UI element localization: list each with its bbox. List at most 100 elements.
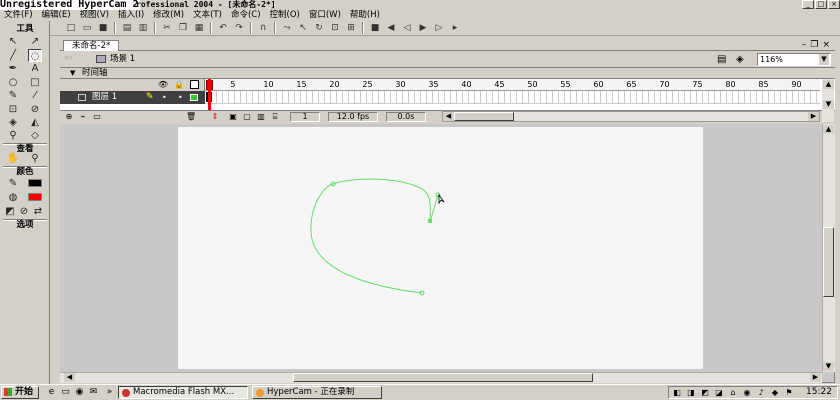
align-icon[interactable]: ⊞: [346, 23, 356, 33]
text-tool-icon[interactable]: A: [28, 62, 42, 75]
tray-icon-9[interactable]: ⚑: [784, 388, 794, 398]
doc-minimize-icon[interactable]: –: [802, 40, 807, 50]
ink-bottle-tool-icon[interactable]: ◈: [6, 116, 20, 129]
stage-drawing[interactable]: [178, 127, 703, 369]
stage[interactable]: [178, 127, 703, 369]
curve-handle-line[interactable]: [429, 194, 439, 223]
tray-icon-2[interactable]: ◨: [686, 388, 696, 398]
ie-icon[interactable]: e: [46, 387, 57, 398]
tray-icon-7[interactable]: ♪: [756, 388, 766, 398]
layer-name[interactable]: 图层 1: [92, 92, 117, 103]
tray-icon-3[interactable]: ◩: [700, 388, 710, 398]
insert-layer-icon[interactable]: ⊕: [64, 112, 74, 121]
step-forward-icon[interactable]: ▷: [434, 23, 444, 33]
tray-icon-1[interactable]: ◧: [672, 388, 682, 398]
snap-magnet-icon[interactable]: ∩: [258, 23, 268, 33]
delete-layer-icon[interactable]: 🗑: [186, 112, 196, 121]
step-back-icon[interactable]: ◁: [402, 23, 412, 33]
menu-edit[interactable]: 编辑(E): [42, 10, 71, 21]
tray-icon-8[interactable]: ◆: [770, 388, 780, 398]
brush-tool-icon[interactable]: ⁄: [28, 89, 42, 102]
visibility-dot[interactable]: •: [162, 93, 167, 102]
edit-scene-icon[interactable]: ▤: [717, 54, 729, 65]
frames-grid[interactable]: [205, 91, 820, 104]
outline-icon[interactable]: [190, 80, 199, 89]
minimize-button[interactable]: _: [802, 0, 814, 9]
doc-restore-icon[interactable]: ❐: [810, 40, 818, 50]
stop-icon[interactable]: ■: [370, 23, 380, 33]
print-icon[interactable]: ▤: [122, 23, 132, 33]
open-file-icon[interactable]: ▭: [82, 23, 92, 33]
zoom-select[interactable]: 116% ▼: [757, 53, 831, 66]
paint-bucket-tool-icon[interactable]: ◭: [28, 116, 42, 129]
menu-control[interactable]: 控制(O): [270, 10, 300, 21]
scroll-left-icon[interactable]: ◀: [64, 373, 75, 382]
doc-close-icon[interactable]: ×: [822, 40, 830, 50]
antivirus-icon[interactable]: ◉: [742, 388, 752, 398]
add-guide-layer-icon[interactable]: ⌁: [78, 112, 88, 121]
rewind-icon[interactable]: ◀: [386, 23, 396, 33]
save-icon[interactable]: ■: [98, 23, 108, 33]
menu-file[interactable]: 文件(F): [4, 10, 33, 21]
maximize-button[interactable]: □: [815, 0, 827, 9]
zoom-tool-icon[interactable]: ⚲: [28, 152, 42, 165]
cut-icon[interactable]: ✂: [162, 23, 172, 33]
show-hide-eye-icon[interactable]: 👁: [158, 80, 168, 89]
undo-icon[interactable]: ↶: [218, 23, 228, 33]
menu-commands[interactable]: 命令(C): [231, 10, 261, 21]
onion-skin-icon[interactable]: ▣: [228, 112, 238, 121]
fill-transform-tool-icon[interactable]: ⊘: [28, 103, 42, 116]
taskbar-button-flash[interactable]: Macromedia Flash MX...: [118, 386, 248, 399]
media-icon[interactable]: ◉: [74, 387, 85, 398]
scroll-up-icon[interactable]: ▲: [823, 125, 834, 134]
menu-window[interactable]: 窗口(W): [309, 10, 341, 21]
desktop-icon[interactable]: ▭: [60, 387, 71, 398]
eraser-tool-icon[interactable]: ◇: [28, 129, 42, 142]
stage-vertical-thumb[interactable]: [823, 227, 834, 297]
scroll-right-icon[interactable]: ▶: [810, 373, 821, 382]
no-color-icon[interactable]: ⊘: [18, 205, 30, 218]
collapse-triangle-icon[interactable]: ▼: [70, 69, 75, 77]
stroke-color-icon[interactable]: ✎: [6, 177, 20, 190]
pen-tool-icon[interactable]: ✒: [6, 62, 20, 75]
line-tool-icon[interactable]: ╱: [6, 49, 20, 62]
outline-color-box[interactable]: [190, 94, 198, 101]
hand-tool-icon[interactable]: ✋: [6, 152, 20, 165]
paste-icon[interactable]: ▦: [194, 23, 204, 33]
copy-icon[interactable]: ❐: [178, 23, 188, 33]
frame-rate[interactable]: 12.0 fps: [328, 112, 378, 122]
pencil-tool-icon[interactable]: ✎: [6, 89, 20, 102]
stroke-color-swatch[interactable]: [28, 179, 42, 187]
quick-launch-more-icon[interactable]: »: [104, 387, 115, 398]
bezier-curve[interactable]: [310, 178, 431, 294]
arrow-tool-icon[interactable]: ↖: [6, 35, 20, 48]
scroll-down-icon[interactable]: ▼: [823, 100, 834, 109]
play-icon[interactable]: ▶: [418, 23, 428, 33]
free-transform-tool-icon[interactable]: ⊡: [6, 103, 20, 116]
menu-insert[interactable]: 插入(I): [118, 10, 144, 21]
edit-multiple-frames-icon[interactable]: ▥: [256, 112, 266, 121]
onion-outline-icon[interactable]: ▢: [242, 112, 252, 121]
print-preview-icon[interactable]: ▥: [138, 23, 148, 33]
close-button[interactable]: ×: [828, 0, 840, 9]
stage-horizontal-thumb[interactable]: [293, 373, 593, 382]
fill-color-icon[interactable]: ◍: [6, 191, 20, 204]
menu-modify[interactable]: 修改(M): [153, 10, 184, 21]
scroll-right-icon[interactable]: ▶: [808, 112, 819, 121]
timeline-title[interactable]: 时间轴: [82, 68, 108, 78]
center-frame-icon[interactable]: ⇕: [210, 112, 220, 121]
insert-folder-icon[interactable]: ▭: [92, 112, 102, 121]
outlook-icon[interactable]: ✉: [88, 387, 99, 398]
black-white-icon[interactable]: ◩: [4, 205, 16, 218]
lasso-tool-icon[interactable]: ◌: [28, 49, 42, 62]
rectangle-tool-icon[interactable]: □: [28, 76, 42, 89]
new-file-icon[interactable]: □: [66, 23, 76, 33]
oval-tool-icon[interactable]: ○: [6, 76, 20, 89]
fast-forward-icon[interactable]: ▸: [450, 23, 460, 33]
straighten-icon[interactable]: ↖: [298, 23, 308, 33]
eyedropper-tool-icon[interactable]: ⚲: [6, 129, 20, 142]
redo-icon[interactable]: ↷: [234, 23, 244, 33]
menu-help[interactable]: 帮助(H): [350, 10, 380, 21]
tray-icon-4[interactable]: ◪: [714, 388, 724, 398]
network-icon[interactable]: ⌂: [728, 388, 738, 398]
